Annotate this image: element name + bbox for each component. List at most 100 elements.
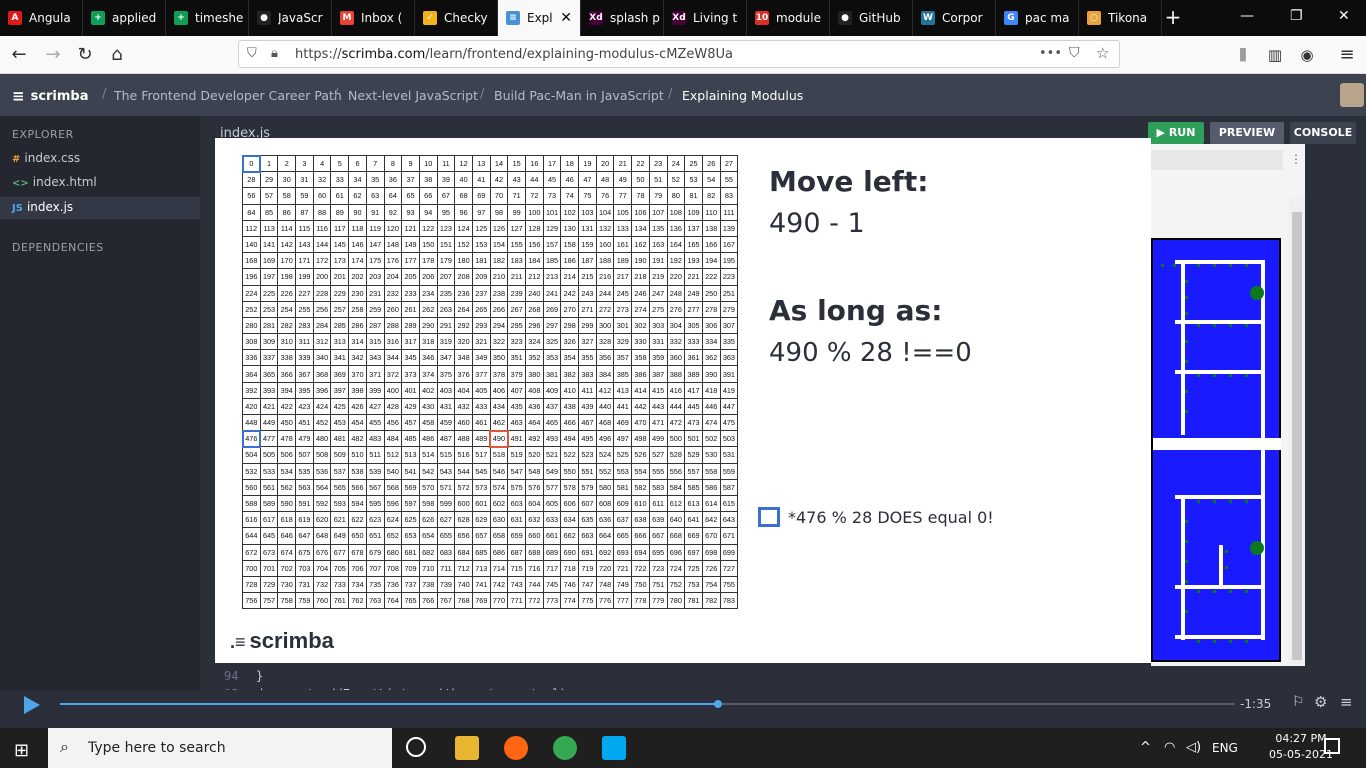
- grid-cell: 70: [489, 187, 509, 205]
- url-text: https://scrimba.com/learn/frontend/expla…: [295, 47, 733, 62]
- grid-cell: 534: [277, 462, 297, 480]
- browser-tab[interactable]: ✓ Checky: [415, 0, 498, 36]
- scrimba-logo[interactable]: ≡ scrimba: [12, 87, 89, 105]
- menu-icon[interactable]: ≡: [1336, 45, 1358, 67]
- grid-cell: 663: [578, 527, 597, 545]
- pocket-icon[interactable]: ⛉: [1069, 45, 1080, 61]
- new-tab-button[interactable]: +: [1162, 6, 1184, 28]
- language-indicator[interactable]: ENG: [1212, 741, 1238, 755]
- cortana-icon[interactable]: [406, 737, 426, 757]
- account-icon[interactable]: ◉: [1296, 45, 1318, 67]
- grid-cell: 436: [525, 397, 544, 416]
- file-index-js[interactable]: JS index.js: [0, 197, 200, 219]
- grid-cell: 697: [684, 543, 703, 561]
- browser-tab[interactable]: W Corpor: [913, 0, 996, 36]
- browser-tab[interactable]: A Angula: [0, 0, 83, 36]
- file-index-css[interactable]: # index.css: [12, 151, 80, 165]
- code-line[interactable]: }: [256, 669, 263, 683]
- windows-start-icon[interactable]: ⊞: [14, 740, 29, 761]
- settings-gear-icon[interactable]: ⚙: [1314, 693, 1327, 711]
- preview-url-bar[interactable]: [1151, 150, 1283, 170]
- play-icon[interactable]: [24, 696, 40, 714]
- grid-cell: 549: [542, 462, 562, 480]
- close-tab-icon[interactable]: ✕: [560, 10, 572, 26]
- explorer-heading: EXPLORER: [12, 128, 74, 141]
- firefox-icon[interactable]: [504, 736, 528, 760]
- grid-cell: 662: [560, 527, 580, 545]
- checky-icon: ✓: [423, 11, 437, 25]
- taskbar-search[interactable]: ⌕ Type here to search: [48, 728, 392, 768]
- grid-cell: 115: [295, 219, 314, 237]
- restore-icon[interactable]: ❐: [1290, 8, 1303, 24]
- grid-cell: 599: [436, 494, 456, 513]
- browser-tab[interactable]: Xd splash p: [581, 0, 664, 36]
- chrome-icon[interactable]: [553, 736, 577, 760]
- volume-icon[interactable]: ◁): [1186, 740, 1201, 755]
- grid-cell: 460: [454, 413, 473, 432]
- grid-cell: 342: [348, 349, 367, 367]
- breadcrumb-module[interactable]: Next-level JavaScript: [348, 88, 478, 103]
- grid-cell: 589: [259, 494, 279, 513]
- grid-cell: 123: [436, 219, 456, 237]
- grid-cell: 670: [701, 527, 721, 545]
- reload-icon[interactable]: ↻: [74, 45, 96, 67]
- browser-tab[interactable]: + applied: [83, 0, 166, 36]
- grid-cell: 474: [701, 413, 721, 432]
- grid-cell: 595: [365, 494, 385, 513]
- run-button[interactable]: ▶ RUN: [1148, 122, 1204, 144]
- grid-cell: 582: [631, 478, 650, 496]
- grid-cell: 126: [489, 219, 509, 237]
- grid-cell: 258: [348, 300, 367, 318]
- grid-cell: 719: [578, 559, 597, 577]
- breadcrumb-course[interactable]: Build Pac-Man in JavaScript: [494, 88, 664, 103]
- preview-scrollbar[interactable]: [1289, 198, 1305, 664]
- browser-tab[interactable]: Gpac ma: [996, 0, 1079, 36]
- bookmark-star-icon[interactable]: ☆: [1096, 44, 1109, 62]
- browser-tab[interactable]: ≡ Expl ✕: [498, 0, 581, 36]
- grid-cell: 731: [295, 575, 314, 594]
- grid-cell: 139: [719, 219, 739, 237]
- minimize-icon[interactable]: —: [1240, 8, 1254, 24]
- sidebar-toggle-icon[interactable]: ▥: [1264, 45, 1286, 67]
- grid-cell: 526: [631, 446, 650, 464]
- address-bar[interactable]: ⛉ 🔒︎ https://scrimba.com/learn/frontend/…: [238, 40, 1120, 68]
- browser-tab[interactable]: ○ Tikona: [1079, 0, 1162, 36]
- console-button[interactable]: CONSOLE: [1290, 122, 1356, 144]
- grid-cell: 323: [507, 333, 526, 351]
- grid-cell: 499: [648, 430, 668, 448]
- breadcrumb-career-path[interactable]: The Frontend Developer Career Path: [114, 88, 342, 103]
- browser-tab[interactable]: ● GitHub: [830, 0, 913, 36]
- file-index-html[interactable]: <> index.html: [12, 175, 97, 189]
- browser-tab[interactable]: M Inbox (: [332, 0, 415, 36]
- grid-cell: 246: [631, 284, 650, 302]
- grid-cell: 581: [613, 478, 633, 496]
- browser-tab[interactable]: ● JavaScr: [249, 0, 332, 36]
- grid-cell: 440: [595, 397, 615, 416]
- grid-cell: 698: [701, 543, 721, 561]
- skype-icon[interactable]: [602, 736, 626, 760]
- library-icon[interactable]: ⫼: [1232, 45, 1254, 67]
- browser-tab[interactable]: 10 module: [747, 0, 830, 36]
- preview-button[interactable]: PREVIEW: [1210, 122, 1284, 144]
- grid-cell: 186: [560, 252, 580, 270]
- forward-icon[interactable]: →: [42, 45, 64, 67]
- close-window-icon[interactable]: ✕: [1338, 8, 1350, 24]
- grid-cell: 47: [578, 171, 597, 189]
- progress-handle[interactable]: [714, 700, 722, 708]
- browser-tab[interactable]: + timeshe: [166, 0, 249, 36]
- grid-cell: 39: [436, 171, 456, 189]
- preview-menu-icon[interactable]: ⋮: [1290, 152, 1302, 166]
- avatar[interactable]: [1340, 83, 1364, 107]
- file-explorer-icon[interactable]: [455, 736, 479, 760]
- browser-tab[interactable]: Xd Living t: [664, 0, 747, 36]
- wifi-icon[interactable]: ◠: [1164, 740, 1175, 755]
- tray-expand-icon[interactable]: ^: [1140, 740, 1151, 755]
- page-actions-icon[interactable]: •••: [1039, 46, 1062, 61]
- home-icon[interactable]: ⌂: [106, 45, 128, 67]
- player-menu-icon[interactable]: ≡: [1340, 693, 1353, 711]
- grid-cell: 729: [259, 575, 279, 594]
- back-icon[interactable]: ←: [8, 45, 30, 67]
- notifications-icon[interactable]: [1324, 738, 1340, 754]
- grid-cell: 333: [684, 333, 703, 351]
- bookmark-icon[interactable]: ⚐: [1292, 694, 1305, 710]
